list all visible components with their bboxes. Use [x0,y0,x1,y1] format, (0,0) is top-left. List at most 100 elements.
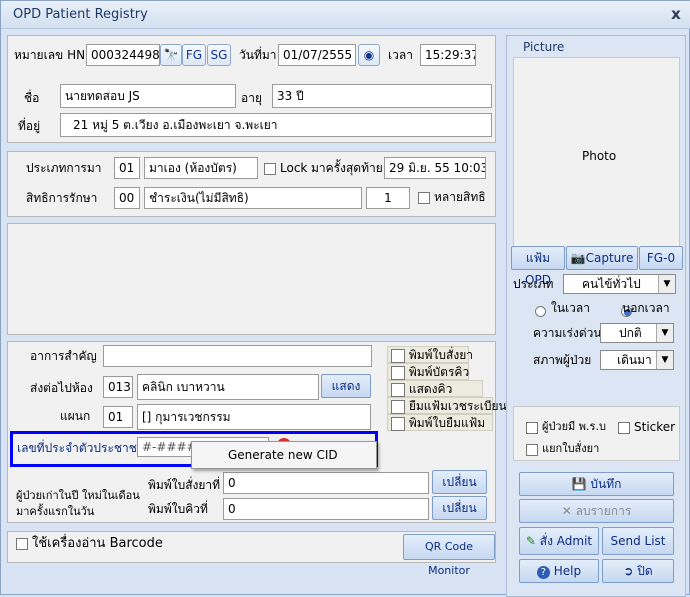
show-button[interactable]: แสดง [321,374,371,398]
time-field[interactable]: 15:29:37 [420,44,476,66]
right-code[interactable]: 00 [114,187,140,209]
close-button[interactable]: ➲ ปิด [602,559,674,583]
binoculars-icon[interactable]: 🔭 [160,44,182,66]
borrow-file-checkbox[interactable] [391,399,405,414]
first-visit-label: มาครั้งแรกในวัน [16,505,95,518]
visit-type-name[interactable]: มาเอง (ห้องบัตร) [144,157,258,179]
close-label: ปิด [637,564,653,578]
symptom-label: อาการสำคัญ [30,349,97,363]
print-borrow-checkbox[interactable] [391,416,405,431]
date-field[interactable]: 01/07/2555 [278,44,356,66]
help-icon: ? [536,566,550,579]
generate-cid-menu-item[interactable]: Generate new CID [228,445,338,465]
split-rx-label: แยกใบสั่งยา [542,442,600,455]
out-time-label: นอกเวลา [622,301,670,315]
capture-button[interactable]: 📷Capture [566,246,638,270]
admit-icon: ✎ [525,534,536,548]
barcode-label: ใช้เครื่องอ่าน Barcode [32,536,163,551]
print-borrow-label: พิมพ์ใบยืมแฟ้ม [408,416,486,430]
dept-name[interactable]: [] กุมารเวชกรรม [137,404,371,430]
send-name[interactable]: คลินิก เบาหวาน [137,374,319,400]
multi-right-label: หลายสิทธิ [434,190,486,204]
borrow-file-label: ยืมแฟ้มเวชระเบียน [408,399,507,413]
help-button[interactable]: ? Help [519,559,599,583]
dept-code[interactable]: 01 [103,406,133,428]
patient-type-select[interactable]: คนไข้ทั่วไป ▼ [563,274,676,294]
address-label: ที่อยู่ [18,119,41,133]
pr-checkbox[interactable] [526,422,538,434]
queue-number-field[interactable]: 0 [223,498,429,520]
visit-type-code[interactable]: 01 [114,157,140,179]
address-field[interactable]: 21 หมู่ 5 ต.เวียง อ.เมืองพะเยา จ.พะเยา [60,113,492,137]
admit-button[interactable]: ✎ สั่ง Admit [519,527,599,555]
cancel-icon: ✕ [561,504,572,518]
print-option-3[interactable]: ยืมแฟ้มเวชระเบียน [387,397,507,414]
show-queue-checkbox[interactable] [391,382,405,397]
last-visit-field: 29 มิ.ย. 55 10:03 [384,157,486,179]
cancel-label: ลบรายการ [575,504,632,518]
age-field[interactable]: 33 ปี [272,84,492,108]
last-visit-label: มาครั้งสุดท้าย [311,161,383,175]
send-label: ส่งต่อไปห้อง [30,381,93,395]
barcode-checkbox[interactable] [16,538,28,550]
save-button[interactable]: 💾 บันทึก [519,472,674,496]
print-rx-checkbox[interactable] [391,348,405,363]
pr-label: ผู้ป่วยมี พ.ร.บ [542,420,606,433]
qr-monitor-button[interactable]: QR Code Monitor [403,534,495,577]
context-menu: Generate new CID [191,441,377,469]
right-count[interactable]: 1 [366,187,410,209]
sg-button[interactable]: SG [207,44,231,66]
chevron-down-icon: ▼ [656,351,673,369]
in-time-radio[interactable] [535,306,546,317]
right-name[interactable]: ชำระเงิน(ไม่มีสิทธิ) [144,187,362,209]
photo-area: Photo [513,57,680,249]
options-area: ผู้ป่วยมี พ.ร.บ Sticker แยกใบสั่งยา [513,406,680,461]
print-option-2[interactable]: แสดงคิว [387,380,483,397]
send-code[interactable]: 013 [103,376,133,398]
print-option-0[interactable]: พิมพ์ใบสั่งยา [387,346,473,363]
print-queue-checkbox[interactable] [391,365,405,380]
close-icon[interactable]: x [667,5,685,23]
print-option-4[interactable]: พิมพ์ใบยืมแฟ้ม [387,414,493,431]
lock-icon[interactable]: ◉ [358,44,380,66]
fg0-button[interactable]: FG-0 [639,246,683,270]
name-field[interactable]: นายทดสอบ JS [60,84,236,108]
picture-panel: Picture Photo แฟ้ม OPD 📷Capture FG-0 ประ… [506,35,686,597]
window-title: OPD Patient Registry [13,7,148,22]
cid-label: เลขที่ประจำตัวประชาชน [17,441,146,455]
condition-label: สภาพผู้ป่วย [533,353,592,367]
sticker-checkbox[interactable] [618,422,630,434]
barcode-panel: ใช้เครื่องอ่าน Barcode QR Code Monitor [7,531,496,577]
camera-icon: 📷 [570,251,586,265]
age-label: อายุ [241,91,262,105]
right-label: สิทธิการรักษา [26,191,98,205]
print-queue-label: พิมพ์บัตรคิว [408,365,470,379]
send-list-button[interactable]: Send List [602,527,674,555]
lock-label: Lock [280,161,308,175]
split-rx-checkbox[interactable] [526,444,538,456]
chevron-down-icon: ▼ [656,324,673,342]
admit-label: สั่ง Admit [539,534,593,548]
title-bar: OPD Patient Registry x [1,1,690,29]
urgency-select[interactable]: ปกติ ▼ [600,323,674,343]
symptom-field[interactable] [103,345,372,367]
queue-number-label: พิมพ์ใบคิวที่ [148,502,208,516]
blank-panel [7,223,496,335]
hn-label: หมายเลข HN [14,48,86,62]
rx-number-field[interactable]: 0 [223,472,429,494]
cancel-button[interactable]: ✕ ลบรายการ [519,499,674,523]
change-queue-button[interactable]: เปลี่ยน [432,496,487,520]
condition-value: เดินมา [617,353,652,367]
save-icon: 💾 [571,477,587,491]
print-option-1[interactable]: พิมพ์บัตรคิว [387,363,469,380]
condition-select[interactable]: เดินมา ▼ [600,350,674,370]
multi-right-checkbox[interactable] [418,192,430,204]
change-rx-button[interactable]: เปลี่ยน [432,470,487,494]
hn-field[interactable]: 000324498 [86,44,160,66]
lock-checkbox[interactable] [264,163,276,175]
fg-button[interactable]: FG [182,44,206,66]
visit-panel: ประเภทการมา 01 มาเอง (ห้องบัตร) Lock มาค… [7,151,496,217]
opd-file-button[interactable]: แฟ้ม OPD [511,246,565,287]
patient-type-value: คนไข้ทั่วไป [582,277,641,291]
time-label: เวลา [388,48,413,62]
